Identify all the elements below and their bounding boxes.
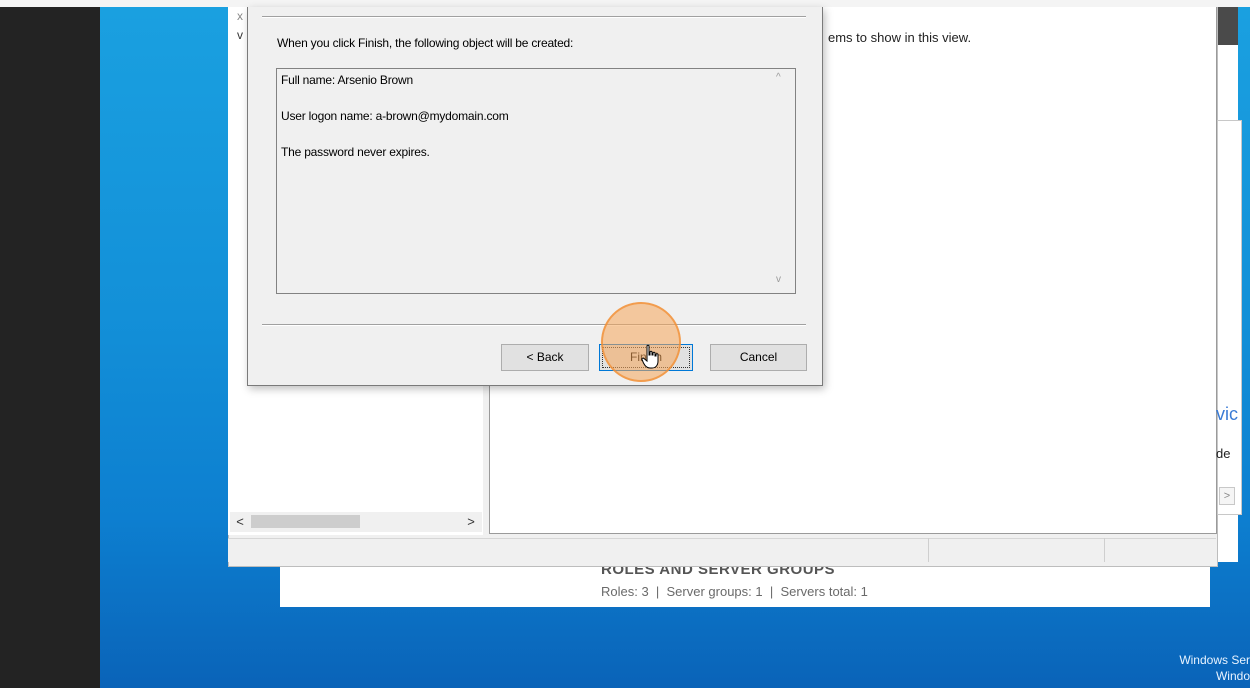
summary-textbox[interactable] (276, 68, 796, 294)
summary-logon-name: User logon name: a-brown@mydomain.com (281, 109, 509, 123)
scroll-down-icon[interactable]: v (776, 274, 781, 285)
summary-password-setting: The password never expires. (281, 145, 430, 159)
close-icon[interactable]: x (237, 9, 243, 23)
background-text: de (1216, 446, 1231, 461)
status-divider (1104, 538, 1105, 562)
scroll-right-icon[interactable]: > (1219, 487, 1235, 505)
background-link-text: vic (1216, 404, 1238, 424)
scroll-left-icon[interactable]: < (233, 512, 247, 532)
windows-watermark-line2: Windo (1215, 669, 1250, 683)
divider (262, 324, 806, 326)
roles-stats: Roles: 3 | Server groups: 1 | Servers to… (601, 584, 868, 599)
windows-watermark-line1: Windows Ser (1179, 653, 1250, 667)
chevron-down-icon[interactable]: v (237, 28, 243, 42)
empty-view-message: ems to show in this view. (828, 30, 972, 45)
screen-bezel-left (0, 0, 100, 688)
summary-full-name: Full name: Arsenio Brown (281, 73, 413, 87)
screen-bezel-top (0, 0, 1250, 7)
cancel-button[interactable]: Cancel (710, 344, 807, 371)
finish-button[interactable]: Finish (599, 344, 693, 371)
back-button[interactable]: < Back (501, 344, 589, 371)
status-divider (928, 538, 929, 562)
divider (262, 16, 806, 18)
scroll-right-icon[interactable]: > (464, 512, 478, 532)
status-bar (228, 538, 1216, 562)
wizard-intro-text: When you click Finish, the following obj… (277, 36, 574, 50)
background-window-titlebar (1218, 7, 1238, 45)
scroll-up-icon[interactable]: ^ (776, 72, 781, 83)
scroll-thumb[interactable] (251, 515, 360, 528)
